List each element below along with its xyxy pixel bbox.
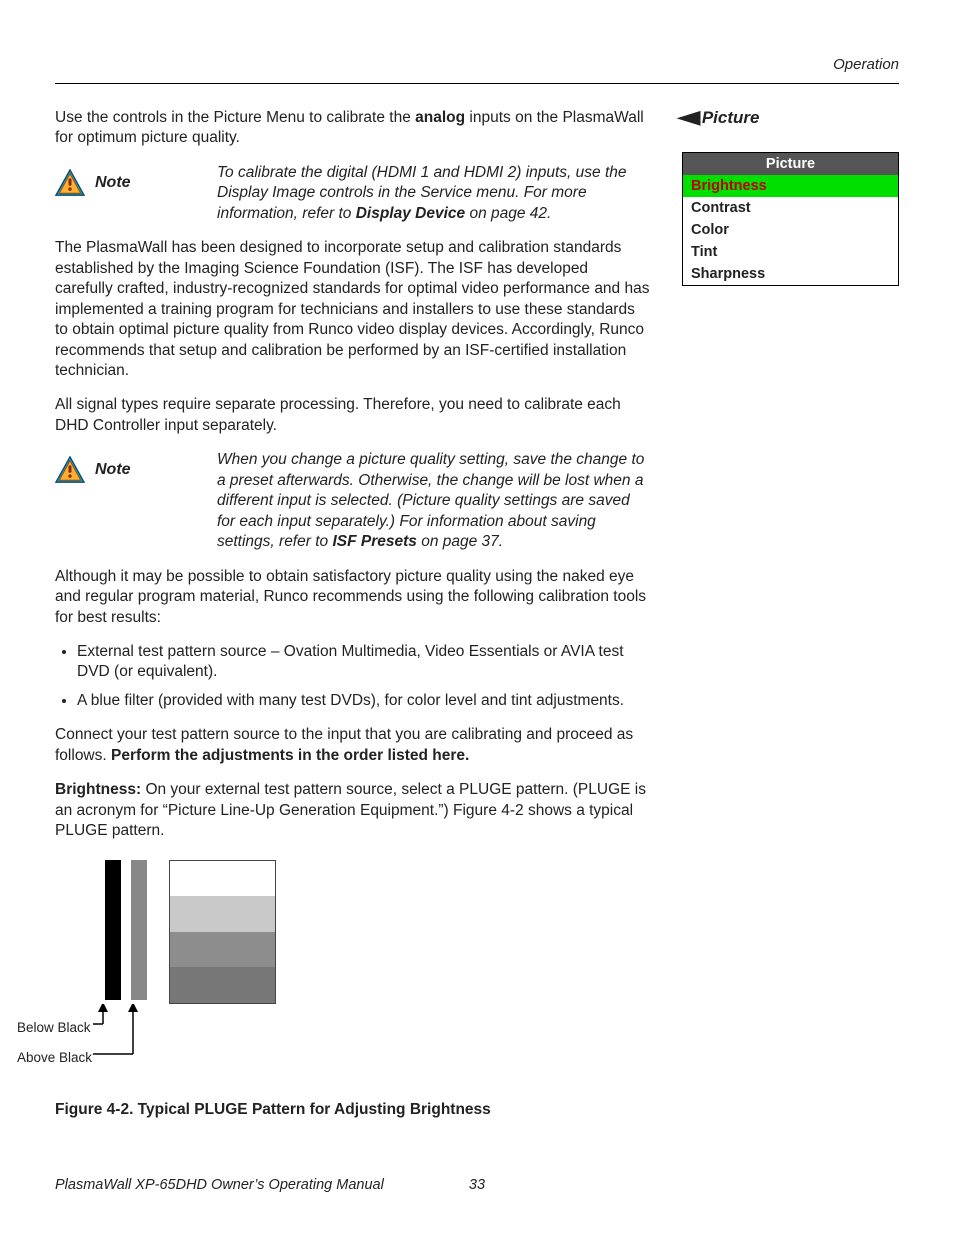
side-heading-text: Picture: [702, 108, 760, 127]
signal-paragraph: All signal types require separate proces…: [55, 395, 650, 436]
pluge-bar-black: [105, 860, 121, 1000]
section-header: Operation: [55, 56, 899, 73]
isf-paragraph: The PlasmaWall has been designed to inco…: [55, 238, 650, 381]
gray-step: [170, 861, 275, 897]
menu-item-sharpness[interactable]: Sharpness: [683, 263, 898, 285]
list-item: A blue filter (provided with many test D…: [77, 691, 650, 711]
intro-paragraph: Use the controls in the Picture Menu to …: [55, 108, 650, 149]
intro-bold: analog: [415, 109, 465, 126]
menu-item-color[interactable]: Color: [683, 219, 898, 241]
picture-menu: Picture Brightness Contrast Color Tint S…: [682, 152, 899, 286]
figure-4-2: Below Black Above Black: [105, 860, 650, 1070]
connect-bold: Perform the adjustments in the order lis…: [111, 747, 469, 764]
connect-paragraph: Connect your test pattern source to the …: [55, 725, 650, 766]
figure-caption: Figure 4-2. Typical PLUGE Pattern for Ad…: [55, 1100, 650, 1120]
figure-arrows: Below Black Above Black: [101, 1010, 261, 1070]
list-item: External test pattern source – Ovation M…: [77, 642, 650, 683]
brightness-label: Brightness:: [55, 781, 145, 798]
intro-pre: Use the controls in the Picture Menu to …: [55, 109, 415, 126]
tools-list: External test pattern source – Ovation M…: [55, 642, 650, 711]
menu-item-tint[interactable]: Tint: [683, 241, 898, 263]
note-icon: [55, 456, 85, 484]
menu-title: Picture: [683, 153, 898, 175]
gray-step: [170, 932, 275, 968]
gray-step: [170, 967, 275, 1003]
note-2-bold: ISF Presets: [332, 533, 416, 550]
tools-intro: Although it may be possible to obtain sa…: [55, 567, 650, 628]
gray-step: [170, 896, 275, 932]
pluge-gray-steps: [169, 860, 276, 1004]
note-icon: [55, 169, 85, 197]
note-block-1: Note To calibrate the digital (HDMI 1 an…: [55, 163, 650, 224]
note-1-bold: Display Device: [356, 205, 465, 222]
note-label: Note: [95, 461, 131, 479]
arrow-left-icon: ◀: [678, 108, 700, 126]
note-1-post: on page 42.: [465, 205, 551, 222]
page-number: 33: [469, 1177, 485, 1193]
note-label: Note: [95, 174, 131, 192]
pluge-bar-gray: [131, 860, 147, 1000]
side-heading: ◀Picture: [682, 108, 899, 128]
footer-title: PlasmaWall XP-65DHD Owner’s Operating Ma…: [55, 1177, 384, 1193]
note-1-body: To calibrate the digital (HDMI 1 and HDM…: [217, 163, 650, 224]
menu-item-contrast[interactable]: Contrast: [683, 197, 898, 219]
side-column: ◀Picture Picture Brightness Contrast Col…: [682, 108, 899, 286]
main-column: Use the controls in the Picture Menu to …: [55, 108, 650, 1134]
header-rule: [55, 83, 899, 84]
note-2-body: When you change a picture quality settin…: [217, 450, 650, 552]
menu-item-brightness[interactable]: Brightness: [683, 175, 898, 197]
note-block-2: Note When you change a picture quality s…: [55, 450, 650, 552]
page-footer: PlasmaWall XP-65DHD Owner’s Operating Ma…: [55, 1177, 899, 1193]
note-2-post: on page 37.: [417, 533, 503, 550]
label-above-black: Above Black: [17, 1050, 92, 1065]
brightness-paragraph: Brightness: On your external test patter…: [55, 780, 650, 841]
label-below-black: Below Black: [17, 1020, 91, 1035]
